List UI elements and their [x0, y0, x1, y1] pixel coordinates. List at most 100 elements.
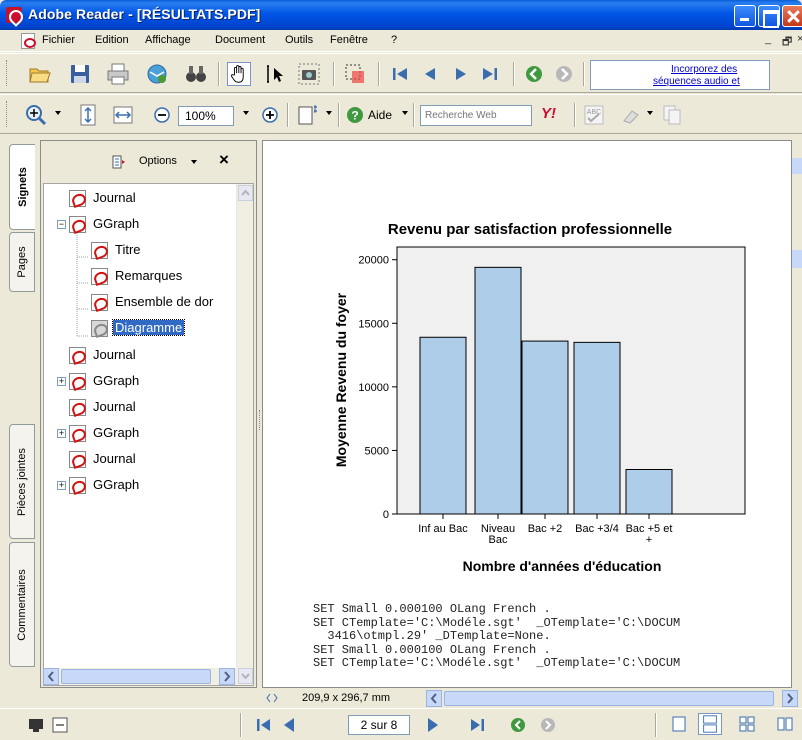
expand-button[interactable]: + — [57, 429, 66, 438]
save-icon[interactable] — [68, 62, 92, 86]
expand-button[interactable]: + — [57, 377, 66, 386]
zoom-tool-dropdown-icon[interactable] — [55, 111, 61, 115]
tab-pieces-jointes[interactable]: Pièces jointes — [9, 424, 35, 539]
zoom-in-tool-icon[interactable] — [24, 103, 48, 127]
status-last-page-icon[interactable] — [468, 717, 486, 733]
bookmark-item[interactable]: Titre — [44, 241, 236, 261]
facing-page-icon[interactable] — [776, 715, 794, 733]
fit-width-icon[interactable] — [111, 103, 135, 127]
doc-scroll-right-button[interactable] — [782, 690, 798, 707]
status-previous-view-icon[interactable] — [510, 717, 526, 733]
options-dropdown-icon[interactable] — [191, 160, 197, 164]
options-menu-button[interactable]: Options — [139, 155, 177, 167]
previous-view-icon[interactable] — [522, 62, 546, 86]
tree-scroll-right-button[interactable] — [219, 668, 235, 685]
doc-scroll-left-button[interactable] — [426, 690, 442, 707]
bookmark-label[interactable]: Journal — [91, 399, 138, 414]
bookmark-label[interactable]: Remarques — [113, 268, 184, 283]
zoom-value-field[interactable]: 100% — [178, 106, 234, 126]
doc-scroll-up-button[interactable] — [792, 158, 802, 174]
status-first-page-icon[interactable] — [255, 717, 273, 733]
bookmark-item[interactable]: − GGraph — [44, 215, 236, 235]
last-page-icon[interactable] — [478, 62, 502, 86]
promo-line-2[interactable]: séquences audio et — [653, 76, 740, 87]
tab-signets[interactable]: Signets — [9, 144, 35, 230]
collapse-pane-icon[interactable] — [52, 717, 68, 733]
bookmark-item[interactable]: + GGraph — [44, 424, 236, 444]
bookmark-label[interactable]: GGraph — [91, 477, 141, 492]
select-text-icon[interactable] — [262, 62, 286, 86]
menu-edition[interactable]: Edition — [95, 34, 129, 46]
adobe-reader-icon[interactable] — [6, 7, 22, 23]
page-layout-icon[interactable] — [296, 103, 320, 127]
help-dropdown-icon[interactable] — [402, 111, 408, 115]
bookmark-item[interactable]: + GGraph — [44, 476, 236, 496]
tab-pieces-jointes-label[interactable]: Pièces jointes — [16, 448, 28, 516]
tree-vertical-scrollbar[interactable] — [236, 184, 253, 685]
snapshot-icon[interactable] — [297, 62, 321, 86]
tree-scroll-thumb[interactable] — [61, 669, 211, 684]
doc-scroll-thumb[interactable] — [792, 250, 802, 268]
page-number-field[interactable]: 2 sur 8 — [348, 715, 410, 735]
bookmark-item[interactable]: Diagramme — [44, 319, 236, 339]
tab-signets-label[interactable]: Signets — [17, 167, 29, 207]
web-search-input[interactable] — [420, 105, 532, 126]
zoom-value[interactable]: 100% — [185, 109, 216, 123]
status-previous-page-icon[interactable] — [284, 718, 294, 732]
toolbar-grip[interactable] — [6, 60, 9, 86]
collapse-button[interactable]: − — [57, 220, 66, 229]
tree-horizontal-scrollbar[interactable] — [43, 668, 237, 685]
bookmark-label[interactable]: Journal — [91, 347, 138, 362]
bookmark-label[interactable]: GGraph — [91, 373, 141, 388]
promo-line-1[interactable]: Incorporez des — [671, 64, 737, 75]
crop-icon[interactable] — [343, 62, 367, 86]
promo-banner[interactable]: Incorporez des séquences audio et — [590, 60, 770, 90]
menu-document[interactable]: Document — [215, 34, 265, 46]
bookmark-label[interactable]: Journal — [91, 451, 138, 466]
open-icon[interactable] — [28, 62, 52, 86]
tree-scroll-down-button[interactable] — [238, 668, 253, 684]
help-icon[interactable]: ? — [346, 106, 364, 124]
first-page-icon[interactable] — [388, 62, 412, 86]
maximize-button[interactable] — [758, 5, 780, 28]
title-bar[interactable]: Adobe Reader - [RÉSULTATS.PDF] — [0, 0, 802, 30]
bookmark-item[interactable]: Journal — [44, 398, 236, 418]
zoom-value-dropdown-icon[interactable] — [243, 111, 249, 115]
help-button[interactable]: Aide — [368, 108, 392, 122]
bookmark-item[interactable]: Journal — [44, 189, 236, 209]
next-page-icon[interactable] — [448, 62, 472, 86]
menu-fenetre[interactable]: Fenêtre — [330, 34, 368, 46]
minimize-button[interactable] — [734, 5, 756, 27]
zoom-in-icon[interactable] — [258, 103, 282, 127]
close-pane-button[interactable]: × — [219, 150, 229, 170]
expand-button[interactable]: + — [57, 481, 66, 490]
menu-help[interactable]: ? — [391, 34, 397, 46]
bookmark-item[interactable]: Journal — [44, 346, 236, 366]
bookmark-item[interactable]: + GGraph — [44, 372, 236, 392]
tab-pages[interactable]: Pages — [9, 232, 35, 292]
page-layout-dropdown-icon[interactable] — [326, 111, 332, 115]
email-icon[interactable] — [145, 62, 169, 86]
single-page-icon[interactable] — [670, 715, 688, 733]
bookmark-label[interactable]: Ensemble de dor — [113, 294, 215, 309]
print-icon[interactable] — [106, 62, 130, 86]
previous-page-icon[interactable] — [418, 62, 442, 86]
bookmark-label[interactable]: Journal — [91, 190, 138, 205]
continuous-facing-icon[interactable] — [738, 715, 756, 733]
bookmark-label[interactable]: Diagramme — [111, 319, 186, 336]
tree-scroll-up-button[interactable] — [238, 185, 253, 201]
status-next-page-icon[interactable] — [428, 718, 438, 732]
yahoo-search-button[interactable]: Y! — [541, 105, 556, 122]
tree-scroll-left-button[interactable] — [43, 668, 59, 685]
options-icon[interactable] — [111, 155, 125, 169]
binoculars-search-icon[interactable] — [184, 62, 208, 86]
menu-affichage[interactable]: Affichage — [145, 34, 191, 46]
mdi-minimize-button[interactable]: _ — [765, 33, 771, 45]
page-size-toggle-icon[interactable] — [266, 692, 278, 704]
bookmark-label[interactable]: GGraph — [91, 216, 141, 231]
bookmark-label[interactable]: GGraph — [91, 425, 141, 440]
tab-commentaires[interactable]: Commentaires — [9, 542, 35, 667]
menu-outils[interactable]: Outils — [285, 34, 313, 46]
toolbar-grip[interactable] — [6, 101, 9, 127]
mdi-restore-button[interactable]: 🗗 — [782, 33, 792, 52]
